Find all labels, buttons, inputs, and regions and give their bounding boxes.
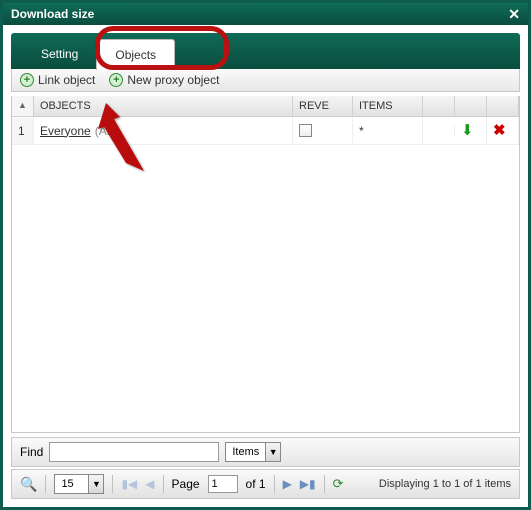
find-label: Find	[20, 445, 43, 459]
find-bar: Find Items ▼	[11, 437, 520, 467]
plus-icon	[20, 73, 34, 87]
page-size-combo[interactable]: 15 ▼	[54, 474, 104, 494]
download-size-dialog: Download size ✕ Setting Objects Link obj…	[0, 0, 531, 510]
next-page-icon[interactable]: ▶	[283, 477, 292, 491]
tab-strip: Setting Objects	[11, 33, 520, 69]
search-icon[interactable]: 🔍	[20, 476, 37, 493]
items-cell: *	[353, 118, 423, 144]
new-proxy-button[interactable]: New proxy object	[109, 73, 219, 87]
column-reve[interactable]: REVE	[293, 96, 353, 116]
find-input[interactable]	[49, 442, 219, 462]
refresh-icon[interactable]: ⟳	[333, 476, 344, 492]
title-bar[interactable]: Download size ✕	[3, 3, 528, 25]
column-objects[interactable]: OBJECTS	[34, 96, 293, 116]
download-cell[interactable]: ⬇	[455, 117, 487, 144]
column-spacer	[487, 96, 519, 116]
plus-icon	[109, 73, 123, 87]
column-sort-icon[interactable]: ▲	[12, 96, 34, 116]
object-link[interactable]: Everyone	[40, 124, 91, 138]
object-name-cell[interactable]: Everyone (All)	[34, 118, 293, 144]
reve-checkbox[interactable]	[299, 124, 312, 137]
column-spacer	[423, 96, 455, 116]
paging-bar: 🔍 15 ▼ ▮◀ ◀ Page of 1 ▶ ▶▮ ⟳ Displaying …	[11, 469, 520, 499]
column-spacer	[455, 96, 487, 116]
object-suffix: (All)	[95, 124, 116, 138]
row-index: 1	[12, 118, 34, 144]
objects-grid: ▲ OBJECTS REVE ITEMS 1 Everyone (All)	[11, 96, 520, 433]
delete-cell[interactable]: ✖	[487, 117, 519, 144]
close-icon[interactable]: ✕	[508, 7, 520, 21]
delete-icon[interactable]: ✖	[493, 123, 506, 138]
page-label: Page	[172, 477, 200, 491]
prev-page-icon[interactable]: ◀	[145, 477, 154, 491]
link-object-label: Link object	[38, 73, 95, 87]
last-page-icon[interactable]: ▶▮	[300, 477, 316, 491]
page-input[interactable]	[208, 475, 238, 493]
first-page-icon[interactable]: ▮◀	[121, 477, 137, 491]
grid-header: ▲ OBJECTS REVE ITEMS	[12, 96, 519, 117]
table-row[interactable]: 1 Everyone (All) * ⬇ ✖	[12, 117, 519, 145]
dialog-title: Download size	[11, 7, 94, 21]
find-scope-value: Items	[225, 442, 265, 462]
new-proxy-label: New proxy object	[127, 73, 219, 87]
objects-toolbar: Link object New proxy object	[11, 69, 520, 92]
spacer-cell	[423, 125, 455, 137]
chevron-down-icon[interactable]: ▼	[88, 474, 104, 494]
page-of: of 1	[246, 477, 266, 491]
reve-cell[interactable]	[293, 118, 353, 143]
page-size-value: 15	[54, 474, 88, 494]
tab-objects[interactable]: Objects	[96, 39, 175, 70]
tab-setting[interactable]: Setting	[23, 39, 96, 69]
link-object-button[interactable]: Link object	[20, 73, 95, 87]
chevron-down-icon[interactable]: ▼	[265, 442, 281, 462]
download-arrow-icon[interactable]: ⬇	[461, 123, 474, 138]
paging-status: Displaying 1 to 1 of 1 items	[379, 478, 511, 490]
find-scope-combo[interactable]: Items ▼	[225, 442, 281, 462]
column-items[interactable]: ITEMS	[353, 96, 423, 116]
grid-body: 1 Everyone (All) * ⬇ ✖	[12, 117, 519, 432]
